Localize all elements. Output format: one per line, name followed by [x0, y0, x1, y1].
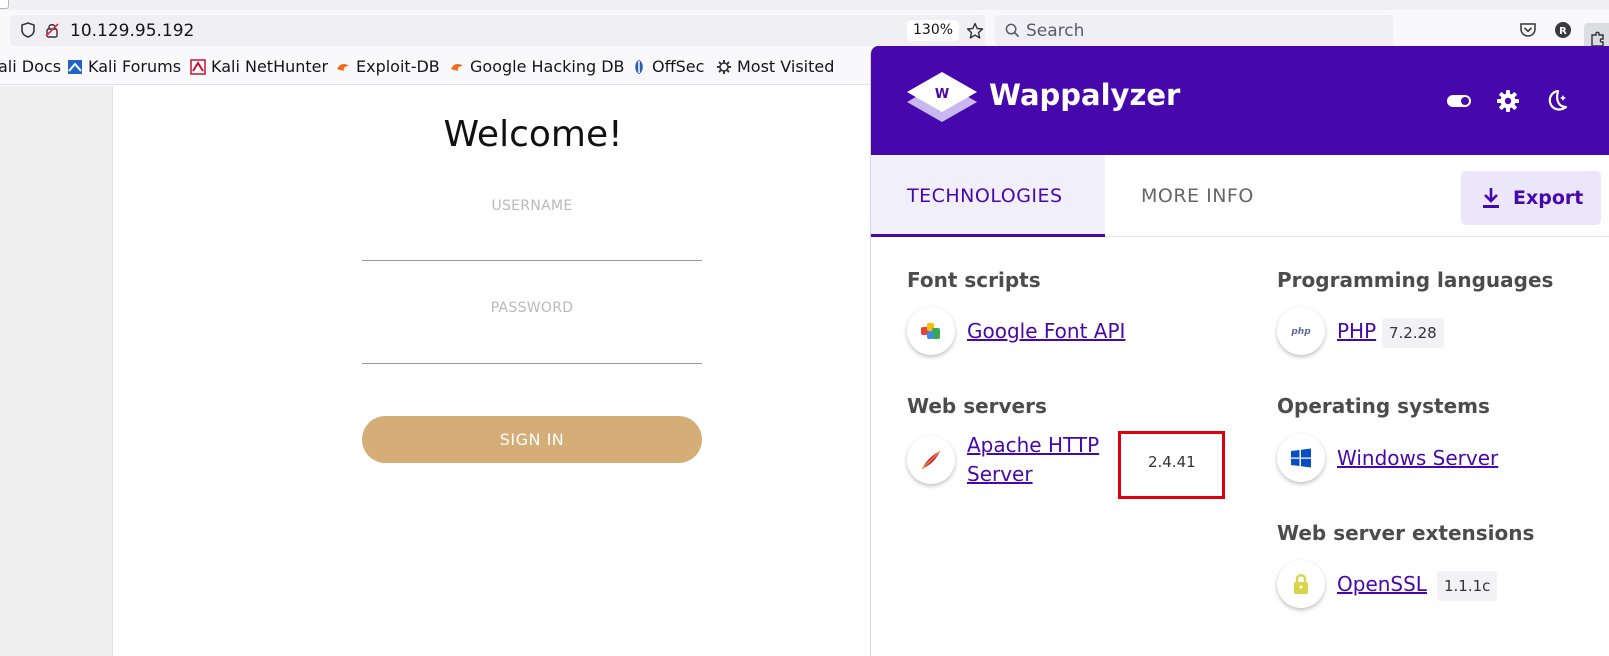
version-badge-openssl: 1.1.1c [1437, 571, 1498, 601]
nethunter-icon [190, 58, 206, 75]
toggle-icon[interactable] [1445, 87, 1473, 115]
category-title: Operating systems [1277, 394, 1490, 418]
php-icon[interactable]: php [1277, 307, 1325, 355]
bookmark-label: Kali Forums [88, 57, 182, 76]
tab-strip [0, 0, 1609, 10]
web-page: Welcome! USERNAME PASSWORD SIGN IN [0, 86, 870, 656]
bookmark-label: Exploit-DB [356, 57, 440, 76]
navigation-toolbar: 10.129.95.192 130% Search R [0, 10, 1609, 55]
windows-icon[interactable] [1277, 434, 1325, 482]
password-input[interactable] [362, 363, 702, 364]
wappalyzer-logo-icon: W [907, 72, 977, 122]
tech-link-openssl[interactable]: OpenSSL [1337, 570, 1427, 599]
offsec-icon [635, 59, 643, 74]
tab-technologies[interactable]: TECHNOLOGIES [871, 155, 1105, 237]
search-placeholder: Search [1026, 21, 1085, 41]
search-icon [1005, 23, 1020, 38]
version-badge-php: 7.2.28 [1382, 318, 1444, 348]
tech-link-apache-http-server[interactable]: Apache HTTP Server [967, 431, 1099, 489]
export-label: Export [1513, 187, 1584, 209]
page-gutter [0, 86, 113, 656]
kali-dragon-icon [68, 59, 82, 74]
bookmark-label: Google Hacking DB [470, 57, 625, 76]
category-title: Programming languages [1277, 268, 1554, 292]
search-bar[interactable]: Search [995, 15, 1393, 46]
category-title: Web server extensions [1277, 521, 1535, 545]
shield-icon[interactable] [20, 22, 36, 38]
bookmark-kali-nethunter[interactable]: Kali NetHunter [190, 57, 328, 76]
tech-link-php[interactable]: PHP [1337, 317, 1376, 346]
highlight-box [1118, 431, 1225, 499]
apache-feather-icon[interactable] [907, 436, 955, 484]
username-label[interactable]: USERNAME [362, 198, 702, 214]
password-label[interactable]: PASSWORD [362, 300, 702, 316]
bookmark-google-hacking-db[interactable]: Google Hacking DB [449, 57, 625, 76]
lock-icon[interactable] [1277, 560, 1325, 608]
svg-text:W: W [935, 87, 949, 102]
bookmark-kali-docs[interactable]: ali Docs [0, 57, 61, 76]
insecure-lock-icon[interactable] [44, 22, 60, 38]
tech-name-line: Server [967, 462, 1033, 486]
username-input[interactable] [362, 260, 702, 261]
bookmark-kali-forums[interactable]: Kali Forums [67, 57, 181, 76]
dark-mode-moon-icon[interactable] [1543, 87, 1571, 115]
download-icon [1483, 188, 1499, 208]
signin-button[interactable]: SIGN IN [362, 416, 702, 463]
category-title: Web servers [907, 394, 1047, 418]
zoom-indicator[interactable]: 130% [907, 20, 960, 41]
gear-icon [717, 59, 731, 74]
bookmark-label: Kali NetHunter [211, 57, 329, 76]
tab-edge[interactable] [0, 0, 9, 9]
category-title: Font scripts [907, 268, 1041, 292]
page-title: Welcome! [443, 114, 623, 155]
exploit-db-icon [337, 63, 349, 71]
bookmark-label: OffSec [652, 57, 705, 76]
export-button[interactable]: Export [1461, 171, 1601, 225]
wappalyzer-popup: W Wappalyzer TECHNOLOGIES MORE INFO Expo… [870, 46, 1609, 656]
settings-gear-icon[interactable] [1494, 87, 1522, 115]
tech-link-windows-server[interactable]: Windows Server [1337, 444, 1498, 473]
tech-name-line: Apache HTTP [967, 433, 1100, 457]
svg-text:R: R [1559, 26, 1567, 37]
bookmark-star-icon[interactable] [966, 22, 984, 40]
wappalyzer-title: Wappalyzer [989, 78, 1181, 112]
svg-text:php: php [1290, 327, 1311, 337]
bookmark-offsec[interactable]: OffSec [631, 57, 704, 76]
tab-more-info[interactable]: MORE INFO [1105, 155, 1290, 237]
bookmark-label: Most Visited [737, 57, 835, 76]
profile-avatar-icon[interactable]: R [1554, 21, 1572, 39]
address-bar[interactable]: 10.129.95.192 130% [10, 15, 985, 46]
pocket-icon[interactable] [1519, 21, 1537, 39]
wappalyzer-header: W Wappalyzer [871, 46, 1609, 155]
bookmark-most-visited[interactable]: Most Visited [716, 57, 834, 76]
tech-link-google-font-api[interactable]: Google Font API [967, 317, 1125, 346]
url-text[interactable]: 10.129.95.192 [70, 21, 194, 41]
bookmark-label: ali Docs [0, 57, 62, 76]
ghdb-icon [451, 63, 463, 71]
google-font-api-icon[interactable] [907, 307, 955, 355]
bookmark-exploit-db[interactable]: Exploit-DB [335, 57, 440, 76]
